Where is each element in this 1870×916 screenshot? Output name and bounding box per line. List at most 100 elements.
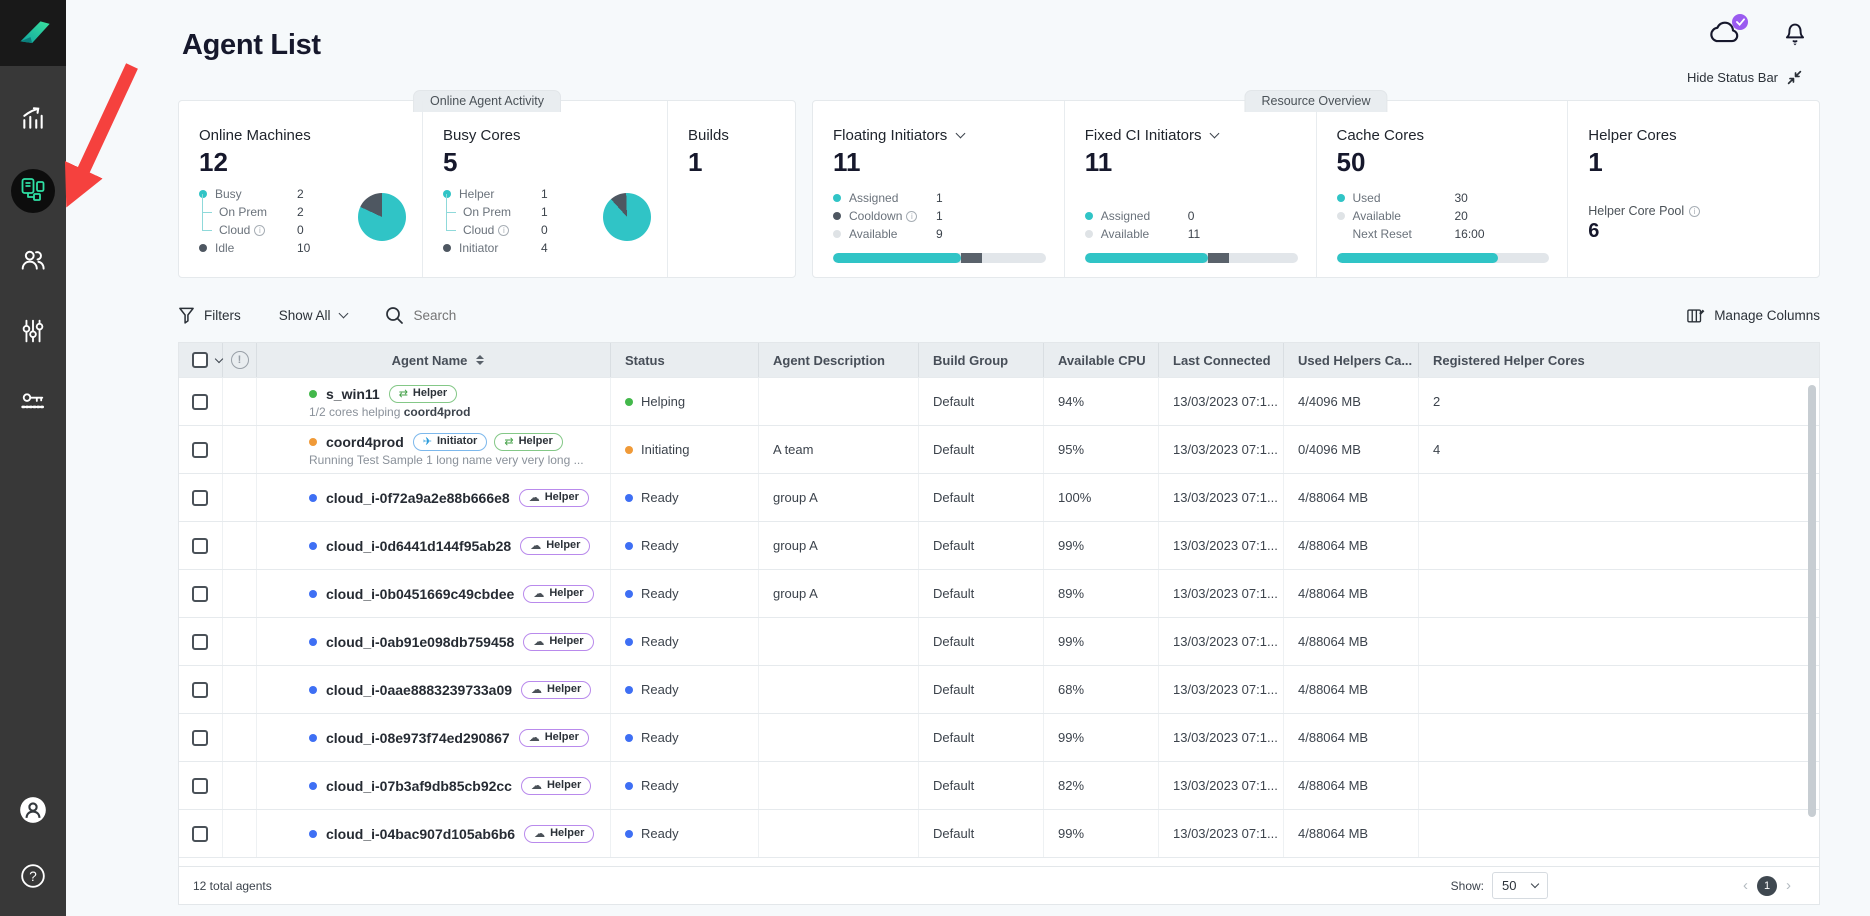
status-dot <box>625 590 633 598</box>
agent-dot <box>309 638 317 646</box>
sidebar-item-license[interactable] <box>11 382 55 426</box>
used-helpers: 4/88064 MB <box>1284 666 1419 713</box>
row-checkbox[interactable] <box>192 730 208 746</box>
sidebar-item-dashboard[interactable] <box>11 98 55 142</box>
table-row[interactable]: coord4prod ✈Initiator⇄Helper Running Tes… <box>179 425 1819 473</box>
manage-columns-button[interactable]: Manage Columns <box>1687 307 1820 324</box>
cache-cores-block: Cache Cores 50 Used30 Available20 Next R… <box>1316 101 1568 277</box>
chevron-down-icon[interactable] <box>956 129 966 139</box>
agent-badges: ✈Initiator⇄Helper <box>413 433 563 451</box>
table-row[interactable]: cloud_i-08e973f74ed290867 ☁Helper Ready … <box>179 713 1819 761</box>
table-row[interactable]: cloud_i-0ab91e098db759458 ☁Helper Ready … <box>179 617 1819 665</box>
row-checkbox[interactable] <box>192 586 208 602</box>
chevron-down-icon[interactable] <box>1210 129 1220 139</box>
status-label: Ready <box>641 730 679 745</box>
logo-icon <box>13 13 53 53</box>
row-checkbox[interactable] <box>192 442 208 458</box>
key-icon <box>21 390 45 419</box>
notifications-button[interactable] <box>1782 18 1808 51</box>
floating-initiators-label: Floating Initiators <box>833 127 947 144</box>
select-all-checkbox[interactable] <box>192 352 208 368</box>
next-page-button[interactable]: › <box>1786 877 1791 894</box>
legend-on-prem: On Prem 2 <box>199 203 339 221</box>
users-icon <box>20 247 46 278</box>
chart-icon <box>20 105 46 136</box>
helper-cloud-icon: ☁ <box>529 491 540 504</box>
agent-subtitle: Running Test Sample 1 long name very ver… <box>309 453 584 467</box>
fixed-ci-initiators-value: 11 <box>1085 147 1298 178</box>
helper-cloud-badge: ☁Helper <box>521 681 591 699</box>
row-checkbox[interactable] <box>192 778 208 794</box>
registered-helper-cores <box>1419 618 1819 665</box>
hide-status-bar-label: Hide Status Bar <box>1687 70 1778 85</box>
app-logo[interactable] <box>0 0 66 66</box>
sidebar-item-agents[interactable] <box>11 169 55 213</box>
online-machines-legend: Busy 2 On Prem 2 Cloudi 0 Idle 10 <box>199 185 339 257</box>
sidebar-item-profile[interactable] <box>11 790 55 834</box>
filters-button[interactable]: Filters <box>178 306 241 324</box>
column-header-agent-name: Agent Name <box>392 353 468 368</box>
online-machines-label: Online Machines <box>199 127 404 144</box>
row-checkbox[interactable] <box>192 826 208 842</box>
vertical-scrollbar-thumb[interactable] <box>1808 385 1816 817</box>
search-icon <box>385 306 403 324</box>
show-all-label: Show All <box>279 308 331 323</box>
cloud-status-button[interactable] <box>1708 20 1742 49</box>
table-row[interactable]: cloud_i-0aae8883239733a09 ☁Helper Ready … <box>179 665 1819 713</box>
busy-cores-value: 5 <box>443 147 649 178</box>
agent-description <box>759 714 919 761</box>
fixed-ci-initiators-label: Fixed CI Initiators <box>1085 127 1202 144</box>
search-box[interactable] <box>385 306 552 324</box>
legend-on-prem: On Prem 1 <box>443 203 583 221</box>
select-menu-chevron-icon[interactable] <box>215 354 223 362</box>
agent-name: cloud_i-07b3af9db85cb92cc <box>326 778 512 794</box>
used-helpers: 4/88064 MB <box>1284 474 1419 521</box>
row-checkbox[interactable] <box>192 538 208 554</box>
info-icon: i <box>1689 206 1700 217</box>
agent-dot <box>309 494 317 502</box>
helper-cloud-badge: ☁Helper <box>524 825 594 843</box>
page-size-select[interactable]: 50 <box>1492 872 1548 899</box>
available-cpu: 68% <box>1044 666 1159 713</box>
last-connected: 13/03/2023 07:1... <box>1159 762 1284 809</box>
table-row[interactable]: cloud_i-04bac907d105ab6b6 ☁Helper Ready … <box>179 809 1819 857</box>
status-label: Ready <box>641 826 679 841</box>
last-connected: 13/03/2023 07:1... <box>1159 522 1284 569</box>
row-checkbox[interactable] <box>192 682 208 698</box>
row-checkbox[interactable] <box>192 490 208 506</box>
table-row[interactable]: s_win11 ⇄Helper 1/2 cores helping coord4… <box>179 377 1819 425</box>
status-dot <box>625 494 633 502</box>
agent-dot <box>309 542 317 550</box>
sidebar-item-help[interactable]: ? <box>11 856 55 900</box>
helper-cloud-badge: ☁Helper <box>523 585 593 603</box>
helper-badge: ⇄Helper <box>389 385 457 403</box>
table-row[interactable]: cloud_i-0b0451669c49cbdee ☁Helper Ready … <box>179 569 1819 617</box>
agent-badges: ☁Helper <box>519 729 589 747</box>
used-helpers: 4/4096 MB <box>1284 378 1419 425</box>
table-row[interactable]: cloud_i-0f72a9a2e88b666e8 ☁Helper Ready … <box>179 473 1819 521</box>
total-agents-label: 12 total agents <box>193 879 272 893</box>
show-all-dropdown[interactable]: Show All <box>279 308 347 323</box>
row-checkbox[interactable] <box>192 394 208 410</box>
sidebar-item-users[interactable] <box>11 240 55 284</box>
sort-icon[interactable] <box>476 355 484 365</box>
sidebar-item-settings[interactable] <box>11 311 55 355</box>
build-group: Default <box>919 426 1044 473</box>
current-page-button[interactable]: 1 <box>1757 876 1777 896</box>
column-header-registered: Registered Helper Cores <box>1419 343 1819 377</box>
agents-icon <box>21 177 45 206</box>
helper-badge: ⇄Helper <box>494 433 562 451</box>
agent-dot <box>309 782 317 790</box>
table-row[interactable]: cloud_i-07b3af9db85cb92cc ☁Helper Ready … <box>179 761 1819 809</box>
legend-initiator: Initiator 4 <box>443 239 583 257</box>
hide-status-bar-button[interactable]: Hide Status Bar <box>1687 70 1802 85</box>
table-toolbar: Filters Show All Manage Columns <box>178 298 1820 332</box>
table-row[interactable]: cloud_i-0d6441d144f95ab28 ☁Helper Ready … <box>179 521 1819 569</box>
agent-badges: ☁Helper <box>520 537 590 555</box>
row-checkbox[interactable] <box>192 634 208 650</box>
search-input[interactable] <box>412 307 552 324</box>
helper-icon: ⇄ <box>399 387 408 400</box>
prev-page-button[interactable]: ‹ <box>1743 877 1748 894</box>
build-group: Default <box>919 666 1044 713</box>
helper-cores-label: Helper Cores <box>1588 127 1801 144</box>
